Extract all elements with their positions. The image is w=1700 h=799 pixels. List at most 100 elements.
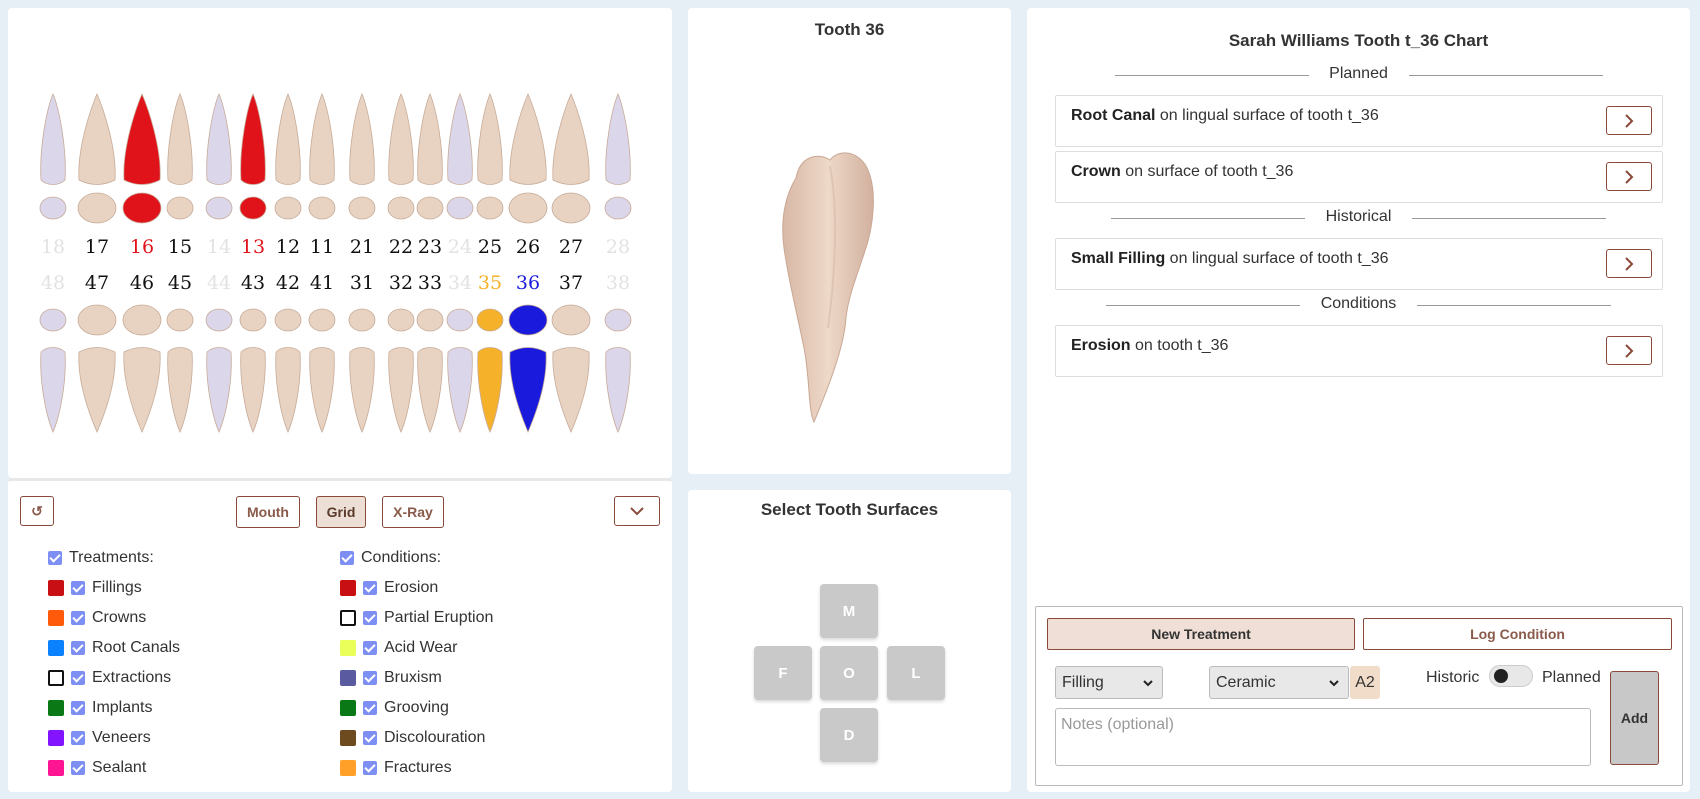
lower-tooth-32[interactable] (388, 347, 414, 434)
tooth-number-37[interactable]: 37 (559, 272, 583, 294)
lower-occlusal-33[interactable] (416, 308, 444, 332)
upper-occlusal-17[interactable] (77, 192, 117, 224)
lower-occlusal-48[interactable] (39, 308, 67, 332)
historic-planned-toggle[interactable] (1489, 665, 1533, 687)
open-detail-button[interactable] (1606, 336, 1652, 365)
treatment-veneers[interactable]: Veneers (48, 729, 151, 747)
planned-item-card[interactable]: Root Canal on lingual surface of tooth t… (1055, 95, 1663, 147)
checkbox[interactable] (71, 701, 85, 715)
upper-tooth-18[interactable] (40, 92, 66, 185)
lower-occlusal-47[interactable] (77, 304, 117, 336)
open-detail-button[interactable] (1606, 106, 1652, 135)
tooth-number-34[interactable]: 34 (448, 272, 472, 294)
lower-occlusal-42[interactable] (274, 308, 302, 332)
lower-tooth-42[interactable] (275, 347, 301, 434)
tooth-number-26[interactable]: 26 (516, 236, 540, 258)
lower-occlusal-43[interactable] (239, 308, 267, 332)
upper-tooth-28[interactable] (605, 92, 631, 185)
checkbox[interactable] (71, 611, 85, 625)
upper-tooth-21[interactable] (349, 92, 375, 185)
treatments-checkbox[interactable] (48, 551, 62, 565)
shade-selector[interactable]: A2 (1350, 666, 1380, 699)
tooth-number-11[interactable]: 11 (310, 236, 334, 258)
add-button[interactable]: Add (1610, 671, 1659, 765)
tooth-number-17[interactable]: 17 (85, 236, 109, 258)
upper-occlusal-13[interactable] (239, 196, 267, 220)
log-condition-tab[interactable]: Log Condition (1363, 618, 1672, 650)
tooth-number-28[interactable]: 28 (606, 236, 630, 258)
lower-occlusal-45[interactable] (166, 308, 194, 332)
checkbox[interactable] (363, 701, 377, 715)
surface-mesial-button[interactable]: M (820, 584, 878, 638)
upper-occlusal-18[interactable] (39, 196, 67, 220)
tooth-number-41[interactable]: 41 (310, 272, 334, 294)
tooth-number-45[interactable]: 45 (168, 272, 192, 294)
lower-occlusal-36[interactable] (508, 304, 548, 336)
checkbox[interactable] (71, 731, 85, 745)
tooth-number-35[interactable]: 35 (478, 272, 502, 294)
lower-occlusal-35[interactable] (476, 308, 504, 332)
lower-occlusal-38[interactable] (604, 308, 632, 332)
lower-tooth-31[interactable] (349, 347, 375, 434)
tooth-number-32[interactable]: 32 (389, 272, 413, 294)
tooth-number-48[interactable]: 48 (41, 272, 65, 294)
lower-tooth-45[interactable] (167, 347, 193, 434)
new-treatment-tab[interactable]: New Treatment (1047, 618, 1355, 650)
checkbox[interactable] (363, 581, 377, 595)
lower-tooth-35[interactable] (477, 347, 503, 434)
upper-occlusal-24[interactable] (446, 196, 474, 220)
lower-tooth-43[interactable] (240, 347, 266, 434)
upper-tooth-11[interactable] (309, 92, 335, 185)
tooth-number-33[interactable]: 33 (418, 272, 442, 294)
lower-tooth-38[interactable] (605, 347, 631, 434)
view-xray-button[interactable]: X-Ray (382, 496, 444, 528)
upper-occlusal-21[interactable] (348, 196, 376, 220)
lower-tooth-46[interactable] (123, 347, 161, 434)
tooth-number-21[interactable]: 21 (350, 236, 374, 258)
lower-tooth-47[interactable] (78, 347, 116, 434)
material-select[interactable]: Ceramic (1209, 666, 1349, 699)
surface-lingual-button[interactable]: L (887, 646, 945, 700)
upper-occlusal-25[interactable] (476, 196, 504, 220)
condition-discolouration[interactable]: Discolouration (340, 729, 485, 747)
condition-bruxism[interactable]: Bruxism (340, 669, 442, 687)
conditions-toggle[interactable]: Conditions: (340, 549, 441, 567)
historical-item-card[interactable]: Small Filling on lingual surface of toot… (1055, 238, 1663, 290)
tooth-number-15[interactable]: 15 (168, 236, 192, 258)
treatment-crowns[interactable]: Crowns (48, 609, 146, 627)
tooth-number-25[interactable]: 25 (478, 236, 502, 258)
upper-occlusal-22[interactable] (387, 196, 415, 220)
condition-grooving[interactable]: Grooving (340, 699, 449, 717)
upper-tooth-15[interactable] (167, 92, 193, 185)
upper-occlusal-15[interactable] (166, 196, 194, 220)
upper-tooth-24[interactable] (447, 92, 473, 185)
upper-occlusal-16[interactable] (122, 192, 162, 224)
checkbox[interactable] (363, 761, 377, 775)
tooth-number-47[interactable]: 47 (85, 272, 109, 294)
treatment-extractions[interactable]: Extractions (48, 669, 171, 687)
lower-tooth-44[interactable] (206, 347, 232, 434)
view-grid-button[interactable]: Grid (316, 496, 366, 528)
treatment-type-select[interactable]: Filling (1055, 666, 1163, 699)
condition-partial-eruption[interactable]: Partial Eruption (340, 609, 493, 627)
lower-occlusal-46[interactable] (122, 304, 162, 336)
lower-tooth-48[interactable] (40, 347, 66, 434)
lower-occlusal-37[interactable] (551, 304, 591, 336)
condition-acid-wear[interactable]: Acid Wear (340, 639, 458, 657)
lower-occlusal-44[interactable] (205, 308, 233, 332)
surface-distal-button[interactable]: D (820, 708, 878, 762)
tooth-number-16[interactable]: 16 (130, 236, 154, 258)
planned-item-card[interactable]: Crown on surface of tooth t_36 (1055, 151, 1663, 203)
lower-tooth-37[interactable] (552, 347, 590, 434)
tooth-number-38[interactable]: 38 (606, 272, 630, 294)
conditions-checkbox[interactable] (340, 551, 354, 565)
tooth-number-24[interactable]: 24 (448, 236, 472, 258)
lower-tooth-33[interactable] (417, 347, 443, 434)
tooth-number-36[interactable]: 36 (516, 272, 540, 294)
lower-occlusal-41[interactable] (308, 308, 336, 332)
tooth-number-42[interactable]: 42 (276, 272, 300, 294)
upper-tooth-22[interactable] (388, 92, 414, 185)
upper-occlusal-11[interactable] (308, 196, 336, 220)
upper-occlusal-14[interactable] (205, 196, 233, 220)
lower-occlusal-31[interactable] (348, 308, 376, 332)
